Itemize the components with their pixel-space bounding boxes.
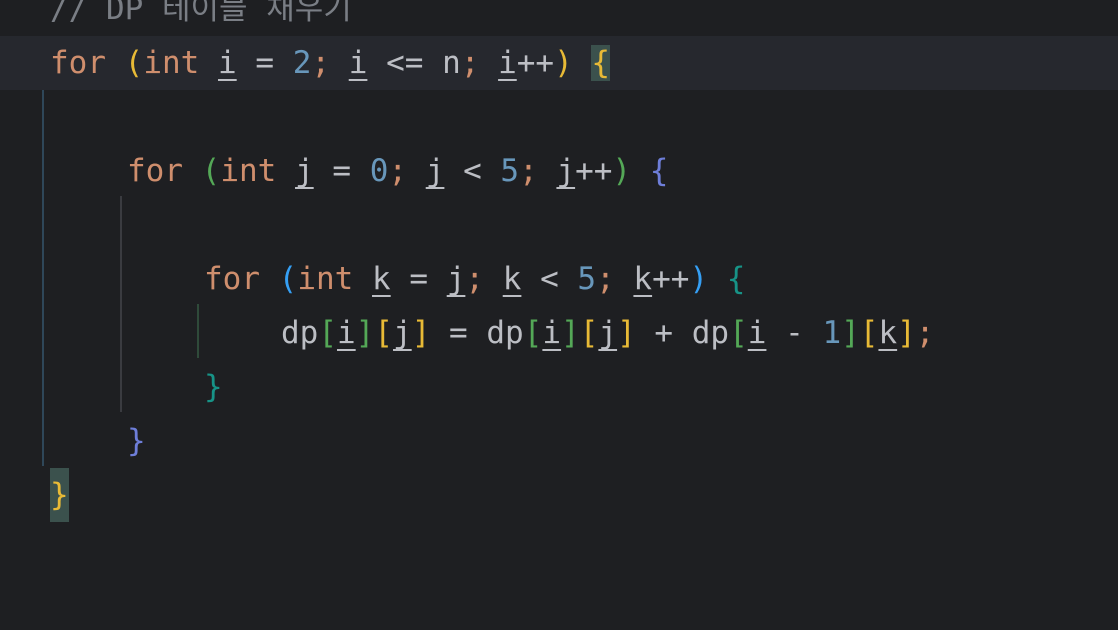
- code-line-inner-for[interactable]: for (int k = j; k < 5; k++) {: [0, 252, 1118, 306]
- var-k: k: [372, 261, 391, 297]
- keyword-int: int: [143, 45, 200, 81]
- code-line-outer-for[interactable]: for (int i = 2; i <= n; i++) {: [0, 36, 1118, 90]
- code-line-blank-2[interactable]: [0, 198, 1118, 252]
- brace-matched-open: {: [591, 45, 611, 81]
- keyword-for: for: [50, 45, 106, 81]
- code-line-middle-close[interactable]: }: [0, 414, 1118, 468]
- code-editor[interactable]: // DP 테이블 채우기 for (int i = 2; i <= n; i+…: [0, 0, 1118, 522]
- code-line-outer-close[interactable]: }: [0, 468, 1118, 522]
- brace-matched-close: }: [50, 468, 69, 522]
- inner-close-brace: }: [204, 369, 223, 405]
- code-line-middle-for[interactable]: for (int j = 0; j < 5; j++) {: [0, 144, 1118, 198]
- var-dp: dp: [281, 315, 319, 351]
- code-line-inner-close[interactable]: }: [0, 360, 1118, 414]
- middle-close-brace: }: [127, 423, 146, 459]
- comment-text: // DP 테이블 채우기: [50, 0, 352, 27]
- var-j: j: [295, 153, 314, 189]
- code-line-dp-assignment[interactable]: dp[i][j] = dp[i][j] + dp[i - 1][k];: [0, 306, 1118, 360]
- var-i: i: [218, 45, 237, 81]
- code-line-blank-1[interactable]: [0, 90, 1118, 144]
- code-line-comment: // DP 테이블 채우기: [0, 0, 1118, 36]
